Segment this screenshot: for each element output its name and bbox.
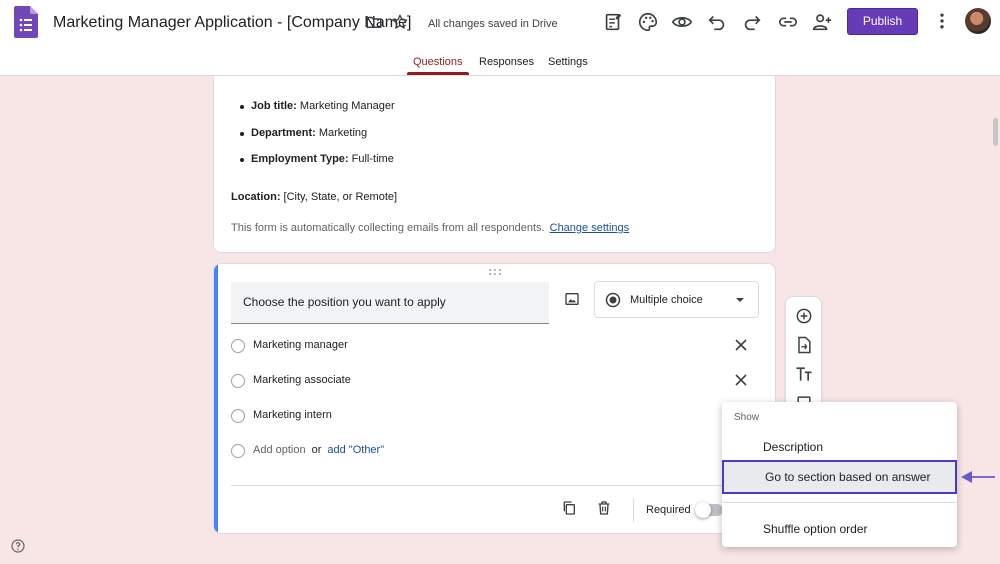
radio-circle-icon — [231, 444, 245, 458]
tab-questions[interactable]: Questions — [413, 56, 463, 68]
add-question-icon[interactable] — [794, 306, 814, 326]
menu-header: Show — [734, 412, 760, 423]
tab-settings[interactable]: Settings — [548, 56, 588, 68]
link-icon[interactable] — [777, 11, 799, 33]
radio-button-checked-icon — [605, 292, 621, 308]
preview-eye-icon[interactable] — [671, 11, 693, 33]
folder-icon[interactable] — [365, 13, 383, 31]
location-line: Location: [City, State, or Remote] — [231, 191, 398, 203]
question-title-input[interactable]: Choose the position you want to apply — [231, 282, 549, 324]
customize-icon[interactable] — [602, 11, 624, 33]
add-option-button[interactable]: Add option — [253, 444, 306, 456]
avatar[interactable] — [965, 8, 991, 34]
option-row: Marketing manager — [231, 337, 751, 357]
toggle-knob — [695, 502, 711, 518]
radio-circle-icon — [231, 409, 245, 423]
menu-item-description[interactable]: Description — [722, 430, 957, 464]
forms-logo-icon[interactable] — [14, 6, 38, 38]
duplicate-icon[interactable] — [561, 500, 577, 516]
menu-divider — [722, 502, 957, 503]
bullet-department: Department: Marketing — [239, 127, 368, 139]
bullet-employment-type: Employment Type: Full-time — [240, 153, 394, 165]
add-image-icon[interactable] — [564, 291, 580, 307]
pointer-arrow-icon — [960, 470, 996, 484]
help-icon[interactable] — [10, 538, 26, 554]
required-label: Required — [646, 504, 691, 516]
menu-item-shuffle-options[interactable]: Shuffle option order — [722, 512, 957, 546]
required-toggle[interactable] — [695, 502, 723, 518]
tab-responses[interactable]: Responses — [479, 56, 534, 68]
bullet-job-title: Job title: Marketing Manager — [240, 100, 395, 112]
footer-divider — [231, 485, 761, 486]
add-title-icon[interactable] — [794, 364, 814, 384]
footer-separator — [633, 498, 634, 522]
form-title[interactable]: Marketing Manager Application - [Company… — [53, 14, 411, 32]
option-label[interactable]: Marketing manager — [253, 339, 348, 351]
save-status: All changes saved in Drive — [428, 18, 558, 30]
publish-button[interactable]: Publish — [847, 8, 918, 35]
delete-icon[interactable] — [596, 500, 612, 516]
import-questions-icon[interactable] — [794, 335, 814, 355]
palette-icon[interactable] — [637, 11, 659, 33]
scrollbar-thumb[interactable] — [993, 118, 998, 146]
question-card[interactable]: Choose the position you want to apply Mu… — [213, 263, 776, 534]
add-other-button[interactable]: add "Other" — [327, 444, 384, 456]
change-settings-link[interactable]: Change settings — [550, 222, 630, 234]
option-row: Marketing intern — [231, 407, 751, 427]
chevron-down-icon — [735, 297, 745, 303]
tab-bar: Questions Responses Settings — [0, 54, 1000, 76]
active-tab-indicator — [407, 72, 469, 75]
option-label[interactable]: Marketing associate — [253, 374, 351, 386]
more-vert-icon[interactable] — [932, 11, 952, 31]
menu-item-go-to-section[interactable]: Go to section based on answer — [722, 460, 957, 494]
top-header: Marketing Manager Application - [Company… — [0, 0, 1000, 76]
question-options-menu: Show Description Go to section based on … — [722, 402, 957, 547]
or-text: or — [311, 444, 322, 456]
question-type-select[interactable]: Multiple choice — [594, 281, 759, 318]
option-row: Marketing associate — [231, 372, 751, 392]
add-collaborator-icon[interactable] — [811, 11, 833, 33]
drag-handle-icon[interactable] — [488, 268, 502, 276]
remove-option-icon[interactable] — [733, 337, 749, 353]
redo-icon[interactable] — [741, 11, 763, 33]
remove-option-icon[interactable] — [733, 372, 749, 388]
email-collection-note: This form is automatically collecting em… — [231, 222, 630, 234]
active-question-accent — [214, 264, 218, 533]
undo-icon[interactable] — [706, 11, 728, 33]
radio-circle-icon — [231, 374, 245, 388]
add-option-row: Add option or add "Other" — [231, 442, 751, 462]
radio-circle-icon — [231, 339, 245, 353]
question-type-label: Multiple choice — [630, 294, 703, 306]
star-icon[interactable] — [391, 13, 409, 31]
option-label[interactable]: Marketing intern — [253, 409, 332, 421]
form-description-card: Job title: Marketing Manager Department:… — [213, 76, 776, 253]
